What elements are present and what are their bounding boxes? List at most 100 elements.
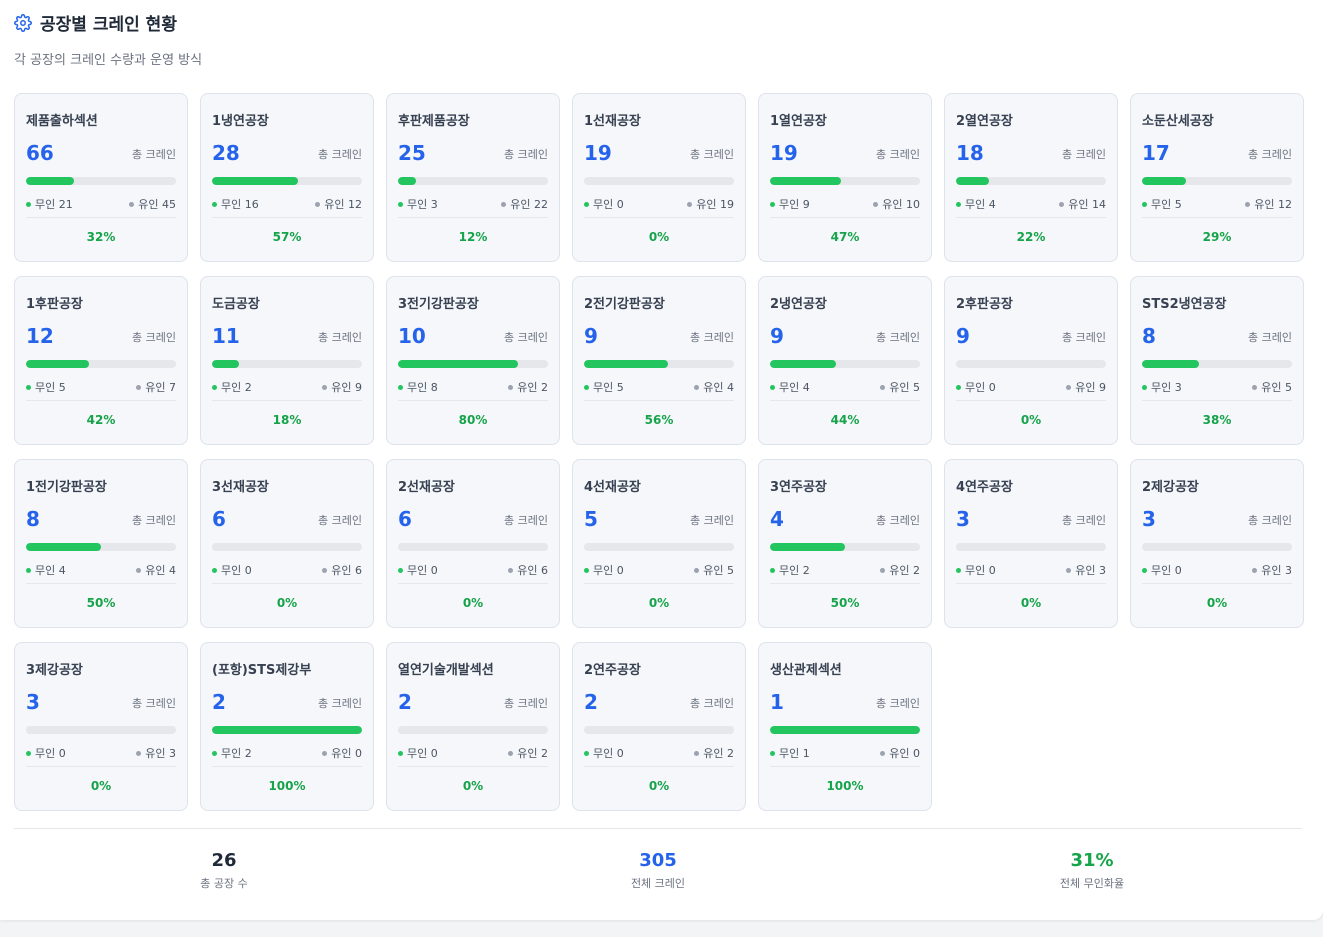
factory-card[interactable]: 3전기강판공장 10 총 크레인 무인 8 유인 2 80% — [386, 276, 560, 445]
unmanned-percent: 0% — [462, 596, 484, 610]
factory-card[interactable]: 1전기강판공장 8 총 크레인 무인 4 유인 4 50% — [14, 459, 188, 628]
factory-card[interactable]: 1후판공장 12 총 크레인 무인 5 유인 7 42% — [14, 276, 188, 445]
unmanned-percent: 44% — [830, 413, 860, 427]
manned-count: 유인 9 — [322, 379, 362, 395]
unmanned-ratio-bar — [770, 360, 920, 368]
factory-name: 3선재공장 — [212, 480, 269, 495]
manned-dot-icon — [1066, 567, 1072, 573]
unmanned-ratio-bar — [1142, 543, 1292, 551]
unmanned-count-text: 무인 0 — [965, 381, 996, 394]
factory-card[interactable]: 2연주공장 2 총 크레인 무인 0 유인 2 0% — [572, 642, 746, 811]
unmanned-count-text: 무인 3 — [407, 198, 438, 211]
total-crane-label: 총 크레인 — [690, 514, 734, 527]
card-divider — [398, 400, 548, 401]
factory-card[interactable]: 1냉연공장 28 총 크레인 무인 16 유인 12 57% — [200, 93, 374, 262]
unmanned-ratio-bar — [212, 543, 362, 551]
factory-card[interactable]: 3제강공장 3 총 크레인 무인 0 유인 3 0% — [14, 642, 188, 811]
manned-dot-icon — [136, 384, 142, 390]
crane-count: 6 — [212, 507, 226, 531]
unmanned-count-text: 무인 9 — [779, 198, 810, 211]
unmanned-ratio-fill — [770, 543, 845, 551]
crane-count: 9 — [584, 324, 598, 348]
unmanned-count: 무인 1 — [770, 745, 810, 761]
unmanned-ratio-bar — [212, 360, 362, 368]
factory-card[interactable]: 소둔산세공장 17 총 크레인 무인 5 유인 12 29% — [1130, 93, 1304, 262]
manned-count-text: 유인 19 — [696, 198, 734, 211]
factory-card[interactable]: 2제강공장 3 총 크레인 무인 0 유인 3 0% — [1130, 459, 1304, 628]
unmanned-count-text: 무인 5 — [35, 381, 66, 394]
summary-crane-total: 305 전체 크레인 — [558, 850, 758, 891]
manned-dot-icon — [501, 201, 507, 207]
factory-card[interactable]: 3선재공장 6 총 크레인 무인 0 유인 6 0% — [200, 459, 374, 628]
unmanned-percent: 18% — [272, 413, 302, 427]
card-divider — [398, 583, 548, 584]
manned-count-text: 유인 4 — [145, 564, 176, 577]
unmanned-count-text: 무인 0 — [593, 747, 624, 760]
card-divider — [26, 766, 176, 767]
unmanned-count: 무인 2 — [212, 379, 252, 395]
factory-card[interactable]: 1열연공장 19 총 크레인 무인 9 유인 10 47% — [758, 93, 932, 262]
factory-card[interactable]: 2냉연공장 9 총 크레인 무인 4 유인 5 44% — [758, 276, 932, 445]
crane-breakdown: 무인 1 유인 0 — [770, 745, 920, 761]
manned-dot-icon — [315, 201, 321, 207]
unmanned-count: 무인 3 — [398, 196, 438, 212]
factory-card[interactable]: (포항)STS제강부 2 총 크레인 무인 2 유인 0 100% — [200, 642, 374, 811]
manned-count-text: 유인 22 — [510, 198, 548, 211]
manned-count: 유인 0 — [322, 745, 362, 761]
unmanned-count-text: 무인 0 — [593, 198, 624, 211]
unmanned-percent: 22% — [1016, 230, 1046, 244]
crane-count: 18 — [956, 141, 984, 165]
factory-card[interactable]: 열연기술개발섹션 2 총 크레인 무인 0 유인 2 0% — [386, 642, 560, 811]
card-divider — [212, 583, 362, 584]
unmanned-ratio-bar — [584, 360, 734, 368]
unmanned-ratio-bar — [398, 543, 548, 551]
factory-card[interactable]: 2열연공장 18 총 크레인 무인 4 유인 14 22% — [944, 93, 1118, 262]
factory-name: 4선재공장 — [584, 480, 641, 495]
crane-count: 11 — [212, 324, 240, 348]
factory-card[interactable]: 3연주공장 4 총 크레인 무인 2 유인 2 50% — [758, 459, 932, 628]
unmanned-percent: 47% — [830, 230, 860, 244]
crane-status-panel: 공장별 크레인 현황 각 공장의 크레인 수량과 운영 방식 제품출하섹션 66… — [0, 0, 1323, 920]
unmanned-count: 무인 0 — [956, 562, 996, 578]
factory-card[interactable]: 2전기강판공장 9 총 크레인 무인 5 유인 4 56% — [572, 276, 746, 445]
crane-breakdown: 무인 16 유인 12 — [212, 196, 362, 212]
factory-card[interactable]: 4연주공장 3 총 크레인 무인 0 유인 3 0% — [944, 459, 1118, 628]
manned-dot-icon — [873, 201, 879, 207]
unmanned-ratio-bar — [26, 726, 176, 734]
factory-card[interactable]: 도금공장 11 총 크레인 무인 2 유인 9 18% — [200, 276, 374, 445]
manned-count-text: 유인 2 — [517, 747, 548, 760]
manned-count: 유인 7 — [136, 379, 176, 395]
manned-count: 유인 22 — [501, 196, 548, 212]
factory-card[interactable]: 후판제품공장 25 총 크레인 무인 3 유인 22 12% — [386, 93, 560, 262]
total-crane-label: 총 크레인 — [318, 697, 362, 710]
factory-card[interactable]: 생산관제섹션 1 총 크레인 무인 1 유인 0 100% — [758, 642, 932, 811]
card-divider — [584, 400, 734, 401]
unmanned-percent: 0% — [648, 230, 670, 244]
unmanned-dot-icon — [770, 384, 775, 390]
unmanned-percent: 0% — [276, 596, 298, 610]
crane-breakdown: 무인 0 유인 3 — [26, 745, 176, 761]
factory-card[interactable]: 2선재공장 6 총 크레인 무인 0 유인 6 0% — [386, 459, 560, 628]
unmanned-ratio-bar — [398, 360, 548, 368]
factory-card[interactable]: STS2냉연공장 8 총 크레인 무인 3 유인 5 38% — [1130, 276, 1304, 445]
unmanned-percent: 0% — [1206, 596, 1228, 610]
unmanned-dot-icon — [212, 384, 217, 390]
unmanned-ratio-bar — [956, 177, 1106, 185]
unmanned-percent: 42% — [86, 413, 116, 427]
unmanned-count-text: 무인 5 — [593, 381, 624, 394]
factory-card[interactable]: 제품출하섹션 66 총 크레인 무인 21 유인 45 32% — [14, 93, 188, 262]
crane-breakdown: 무인 5 유인 7 — [26, 379, 176, 395]
factory-card[interactable]: 4선재공장 5 총 크레인 무인 0 유인 5 0% — [572, 459, 746, 628]
summary-crane-total-label: 전체 크레인 — [630, 877, 686, 890]
card-divider — [26, 217, 176, 218]
unmanned-dot-icon — [584, 567, 589, 573]
manned-count: 유인 14 — [1059, 196, 1106, 212]
unmanned-ratio-bar — [398, 177, 548, 185]
factory-card[interactable]: 1선재공장 19 총 크레인 무인 0 유인 19 0% — [572, 93, 746, 262]
unmanned-ratio-bar — [584, 726, 734, 734]
card-divider — [1142, 583, 1292, 584]
factory-card[interactable]: 2후판공장 9 총 크레인 무인 0 유인 9 0% — [944, 276, 1118, 445]
crane-count: 9 — [956, 324, 970, 348]
card-divider — [584, 583, 734, 584]
summary-unmanned-rate-label: 전체 무인화율 — [1059, 877, 1125, 890]
